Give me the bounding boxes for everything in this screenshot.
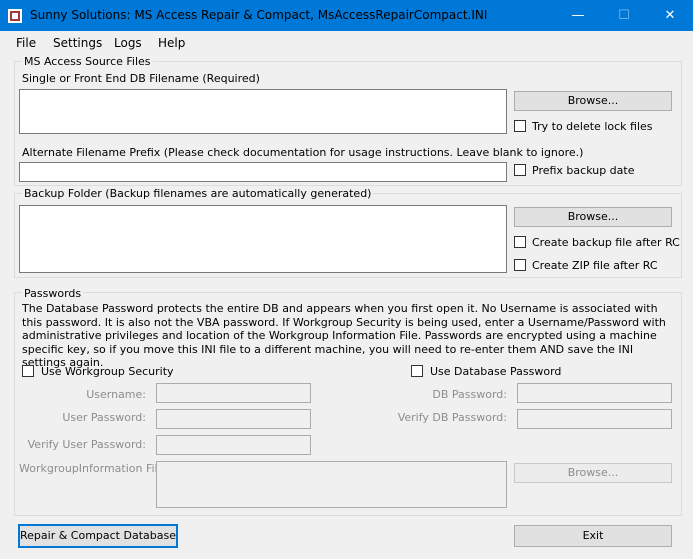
prefix-backup-date-label: Prefix backup date — [532, 164, 635, 177]
delete-lock-checkbox[interactable] — [514, 120, 526, 132]
verify-user-password-label: Verify User Password: — [27, 438, 146, 451]
menu-bar — [0, 31, 693, 53]
menu-logs[interactable]: Logs — [114, 36, 142, 50]
repair-compact-button[interactable]: Repair & Compact Database — [18, 524, 178, 548]
create-zip-checkbox[interactable] — [514, 259, 526, 271]
prefix-label: Alternate Filename Prefix (Please check … — [22, 146, 584, 159]
passwords-description: The Database Password protects the entir… — [22, 302, 666, 369]
workgroup-file-input — [156, 461, 507, 508]
passwords-group-label: Passwords — [22, 287, 84, 300]
prefix-input[interactable] — [19, 162, 507, 182]
user-password-input — [156, 409, 311, 429]
backup-folder-input[interactable] — [19, 205, 507, 273]
use-workgroup-checkbox[interactable] — [22, 365, 34, 377]
exit-button[interactable]: Exit — [514, 525, 672, 547]
source-files-group-label: MS Access Source Files — [22, 55, 153, 68]
menu-settings[interactable]: Settings — [53, 36, 102, 50]
app-icon — [8, 9, 22, 23]
browse-workgroup-button: Browse... — [514, 463, 672, 483]
use-db-password-checkbox[interactable] — [411, 365, 423, 377]
close-button[interactable]: ✕ — [647, 0, 693, 31]
workgroup-file-label: WorkgroupInformation File: — [19, 462, 169, 475]
db-password-input — [517, 383, 672, 403]
user-password-label: User Password: — [62, 411, 146, 424]
menu-file[interactable]: File — [16, 36, 36, 50]
create-backup-checkbox[interactable] — [514, 236, 526, 248]
verify-db-password-input — [517, 409, 672, 429]
db-password-label: DB Password: — [432, 388, 507, 401]
menu-help[interactable]: Help — [158, 36, 185, 50]
backup-group-label: Backup Folder (Backup filenames are auto… — [22, 187, 374, 200]
use-db-password-label: Use Database Password — [430, 365, 562, 378]
browse-backup-button[interactable]: Browse... — [514, 207, 672, 227]
username-label: Username: — [86, 388, 146, 401]
maximize-button: ☐ — [618, 8, 630, 23]
use-workgroup-label: Use Workgroup Security — [41, 365, 174, 378]
minimize-button[interactable]: — — [555, 0, 601, 31]
create-zip-label: Create ZIP file after RC — [532, 259, 658, 272]
verify-user-password-input — [156, 435, 311, 455]
window-title: Sunny Solutions: MS Access Repair & Comp… — [30, 8, 488, 22]
db-filename-label: Single or Front End DB Filename (Require… — [22, 72, 260, 85]
username-input — [156, 383, 311, 403]
db-filename-input[interactable] — [19, 89, 507, 134]
prefix-backup-date-checkbox[interactable] — [514, 164, 526, 176]
create-backup-label: Create backup file after RC — [532, 236, 680, 249]
verify-db-password-label: Verify DB Password: — [397, 411, 507, 424]
delete-lock-label: Try to delete lock files — [532, 120, 653, 133]
browse-db-button[interactable]: Browse... — [514, 91, 672, 111]
